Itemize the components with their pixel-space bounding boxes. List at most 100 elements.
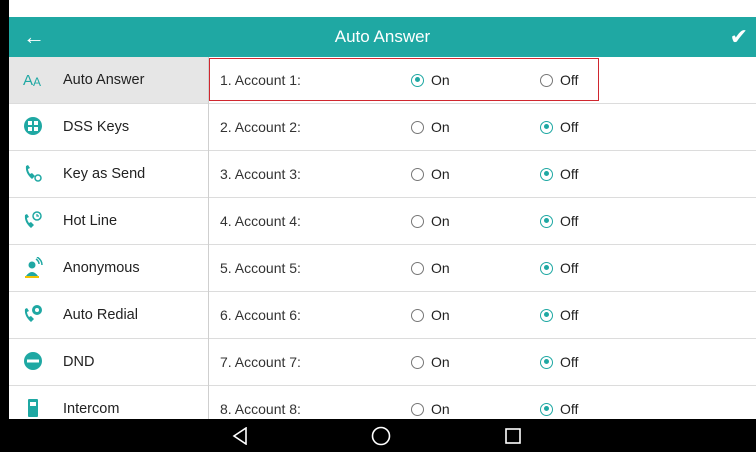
- nav-back-triangle-icon[interactable]: [223, 419, 257, 452]
- account-row-1: 1. Account 1: On Off: [209, 57, 756, 104]
- radio-unchecked-icon: [540, 73, 553, 87]
- sidebar-item-label: Auto Redial: [63, 307, 138, 323]
- off-radio[interactable]: Off: [540, 386, 578, 419]
- radio-unchecked-icon: [411, 214, 424, 228]
- on-label: On: [431, 119, 450, 135]
- anonymous-icon: [23, 256, 43, 278]
- key-as-send-icon: [23, 163, 43, 183]
- radio-unchecked-icon: [411, 261, 424, 275]
- radio-checked-icon: [540, 120, 553, 134]
- off-label: Off: [560, 166, 579, 182]
- account-label: 8. Account 8:: [220, 401, 301, 417]
- nav-recent-square-icon[interactable]: [496, 419, 530, 452]
- on-radio[interactable]: On: [411, 151, 450, 198]
- account-row-5: 5. Account 5: On Off: [209, 245, 756, 292]
- on-radio[interactable]: On: [411, 57, 450, 104]
- account-row-2: 2. Account 2: On Off: [209, 104, 756, 151]
- off-label: Off: [560, 119, 579, 135]
- sidebar-item-label: DSS Keys: [63, 119, 130, 135]
- off-radio[interactable]: Off: [540, 198, 578, 245]
- account-label: 2. Account 2:: [220, 119, 301, 135]
- radio-checked-icon: [540, 355, 553, 369]
- radio-unchecked-icon: [411, 308, 424, 322]
- radio-unchecked-icon: [411, 355, 424, 369]
- radio-checked-icon: [540, 402, 553, 416]
- account-label: 3. Account 3:: [220, 166, 301, 182]
- off-label: Off: [560, 260, 579, 276]
- system-navigation-bar: [9, 419, 756, 452]
- sidebar-item-key-as-send[interactable]: Key as Send: [9, 151, 208, 198]
- sidebar-item-label: Key as Send: [63, 166, 146, 182]
- off-radio[interactable]: Off: [540, 292, 578, 339]
- on-radio[interactable]: On: [411, 104, 450, 151]
- account-label: 1. Account 1:: [220, 72, 301, 88]
- radio-checked-icon: [540, 308, 553, 322]
- on-radio[interactable]: On: [411, 198, 450, 245]
- off-radio[interactable]: Off: [540, 245, 578, 292]
- on-radio[interactable]: On: [411, 292, 450, 339]
- radio-unchecked-icon: [411, 167, 424, 181]
- off-label: Off: [560, 401, 579, 417]
- sidebar-item-auto-redial[interactable]: Auto Redial: [9, 292, 208, 339]
- radio-checked-icon: [411, 73, 424, 87]
- dnd-icon: [23, 351, 43, 371]
- account-row-3: 3. Account 3: On Off: [209, 151, 756, 198]
- off-radio[interactable]: Off: [540, 104, 578, 151]
- account-label: 6. Account 6:: [220, 307, 301, 323]
- off-label: Off: [560, 213, 579, 229]
- radio-checked-icon: [540, 167, 553, 181]
- sidebar-item-dss-keys[interactable]: DSS Keys: [9, 104, 208, 151]
- intercom-icon: [23, 398, 43, 418]
- account-label: 5. Account 5:: [220, 260, 301, 276]
- dss-keys-icon: [23, 116, 43, 136]
- on-radio[interactable]: On: [411, 386, 450, 419]
- off-radio[interactable]: Off: [540, 57, 578, 104]
- sidebar-item-dnd[interactable]: DND: [9, 339, 208, 386]
- sidebar-item-label: Auto Answer: [63, 72, 145, 88]
- radio-unchecked-icon: [411, 402, 424, 416]
- on-label: On: [431, 307, 450, 323]
- on-label: On: [431, 260, 450, 276]
- sidebar-item-anonymous[interactable]: Anonymous: [9, 245, 208, 292]
- checkmark-icon[interactable]: ✔: [730, 22, 748, 52]
- screen: ← Auto Answer ✔ AA Auto Answer DSS Keys …: [0, 0, 756, 452]
- off-label: Off: [560, 72, 579, 88]
- sidebar-item-auto-answer[interactable]: AA Auto Answer: [9, 57, 208, 104]
- off-radio[interactable]: Off: [540, 339, 578, 386]
- on-label: On: [431, 72, 450, 88]
- sidebar-item-hot-line[interactable]: Hot Line: [9, 198, 208, 245]
- on-label: On: [431, 354, 450, 370]
- off-label: Off: [560, 307, 579, 323]
- sidebar-item-label: Intercom: [63, 401, 120, 417]
- off-radio[interactable]: Off: [540, 151, 578, 198]
- auto-answer-icon: AA: [23, 69, 43, 89]
- nav-home-circle-icon[interactable]: [364, 419, 398, 452]
- top-frame: [0, 0, 756, 17]
- account-row-4: 4. Account 4: On Off: [209, 198, 756, 245]
- svg-text:A: A: [33, 75, 41, 89]
- account-row-6: 6. Account 6: On Off: [209, 292, 756, 339]
- page-title: Auto Answer: [334, 27, 431, 46]
- account-label: 4. Account 4:: [220, 213, 301, 229]
- account-label: 7. Account 7:: [220, 354, 301, 370]
- svg-text:A: A: [23, 72, 33, 89]
- account-row-8: 8. Account 8: On Off: [209, 386, 756, 419]
- left-frame: [0, 0, 9, 452]
- on-radio[interactable]: On: [411, 245, 450, 292]
- sidebar-item-label: Hot Line: [63, 213, 118, 229]
- off-label: Off: [560, 354, 579, 370]
- on-label: On: [431, 401, 450, 417]
- radio-checked-icon: [540, 214, 553, 228]
- radio-checked-icon: [540, 261, 553, 275]
- title-bar: ← Auto Answer ✔: [9, 17, 756, 57]
- radio-unchecked-icon: [411, 120, 424, 134]
- auto-redial-icon: [23, 304, 43, 324]
- hot-line-icon: [23, 210, 43, 230]
- on-radio[interactable]: On: [411, 339, 450, 386]
- sidebar-item-intercom[interactable]: Intercom: [9, 386, 208, 419]
- sidebar-item-label: DND: [63, 354, 95, 370]
- on-label: On: [431, 213, 450, 229]
- on-label: On: [431, 166, 450, 182]
- sidebar: AA Auto Answer DSS Keys Key as Send Hot …: [9, 57, 209, 419]
- account-row-7: 7. Account 7: On Off: [209, 339, 756, 386]
